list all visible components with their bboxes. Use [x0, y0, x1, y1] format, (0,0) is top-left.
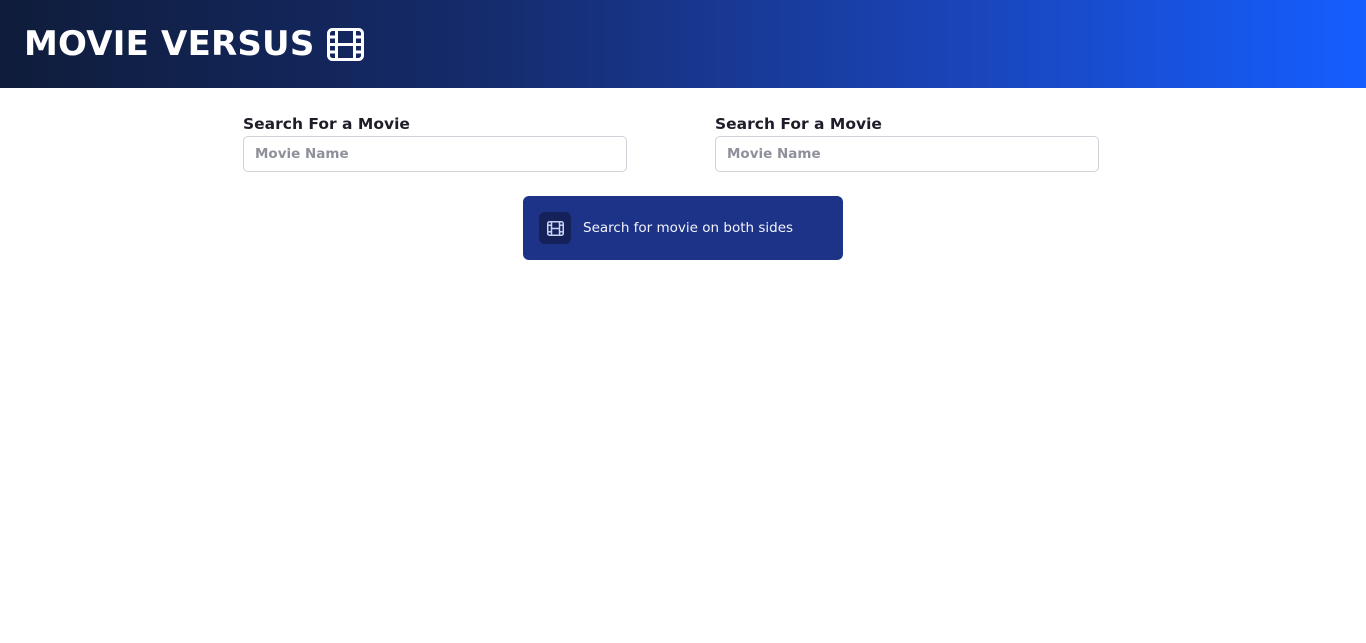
search-both-sides-label: Search for movie on both sides: [583, 220, 794, 236]
right-search-group: Search For a Movie: [715, 113, 1099, 172]
right-search-label: Search For a Movie: [715, 115, 882, 133]
brand[interactable]: MOVIE VERSUS: [24, 27, 364, 61]
film-icon: [326, 27, 364, 61]
search-both-sides-button[interactable]: Search for movie on both sides: [523, 196, 843, 260]
app-header: MOVIE VERSUS: [0, 0, 1366, 88]
app-title: MOVIE VERSUS: [24, 24, 315, 64]
right-movie-search-input[interactable]: [715, 136, 1099, 172]
left-search-label: Search For a Movie: [243, 115, 410, 133]
left-movie-search-input[interactable]: [243, 136, 627, 172]
film-icon: [539, 212, 571, 244]
left-search-group: Search For a Movie: [243, 113, 627, 172]
